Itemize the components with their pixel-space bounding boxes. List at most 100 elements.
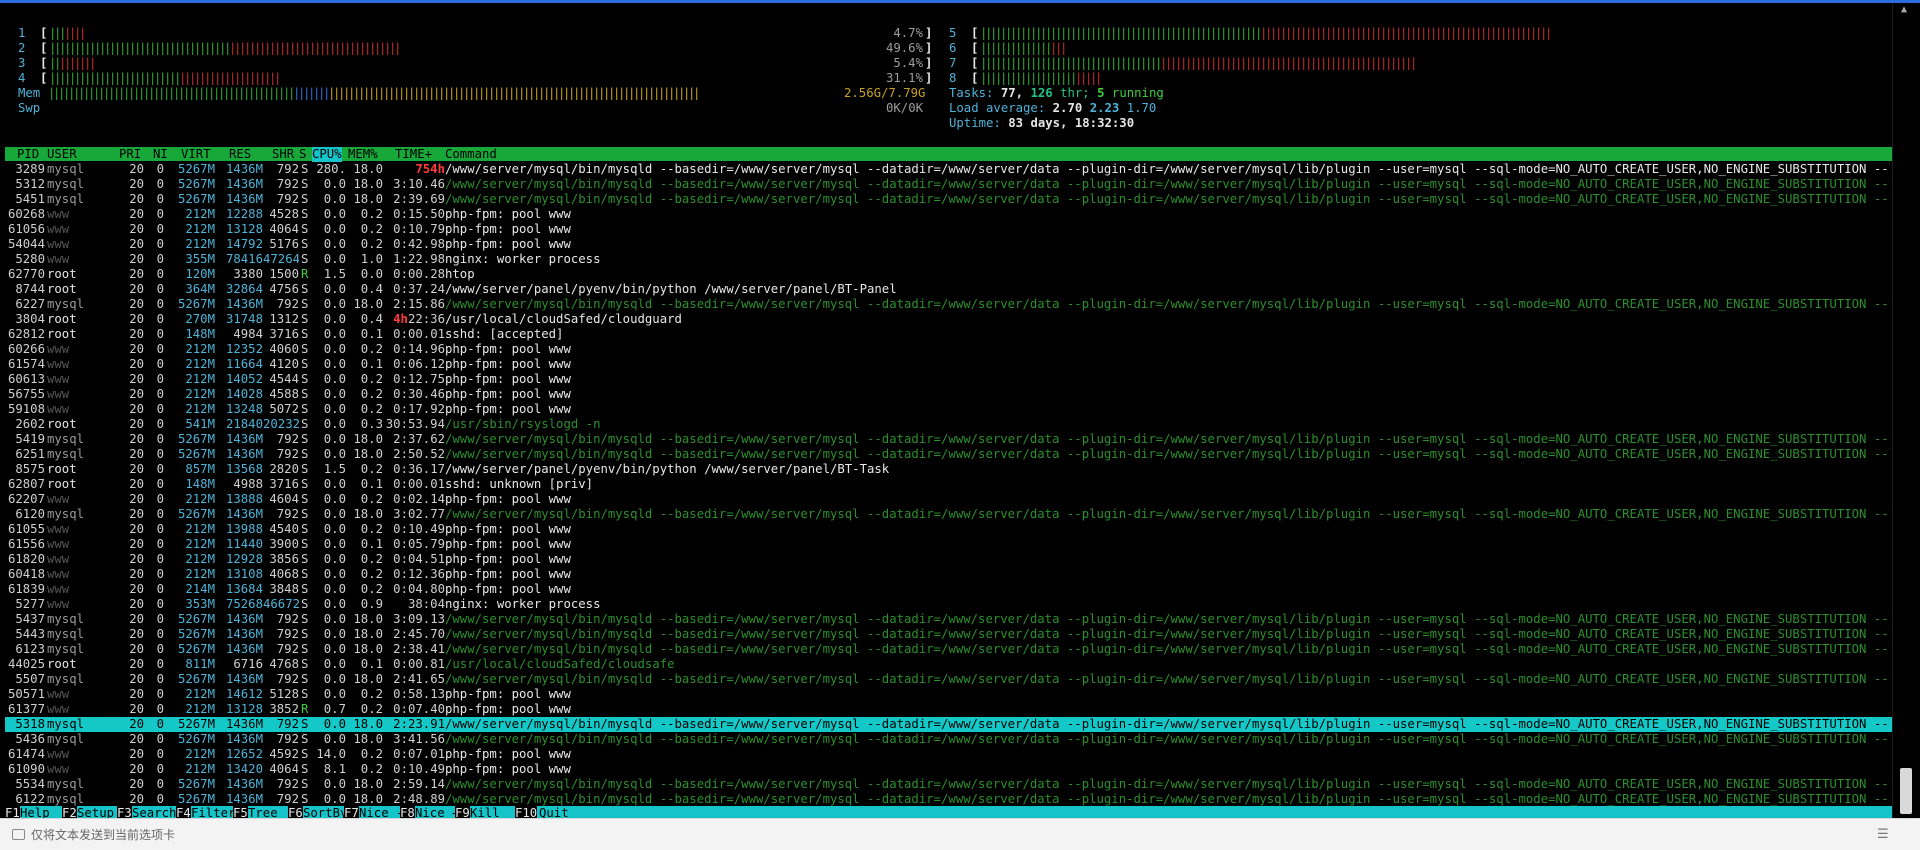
table-row[interactable]: 5507 mysql 20 0 5267M 1436M 792 S 0.0 18.0 2:41.65… [5,672,1892,687]
table-row[interactable]: 60266 www 20 0 212M 12352 4060 S 0.0 0.2 0:14.96 ph… [5,342,1892,357]
table-row[interactable]: 44025 root 20 0 811M 6716 4768 S 0.0 0.1 0:00.81/u… [5,657,1892,672]
cell-cpu: 0.0 [323,222,346,236]
fkey-label-quit[interactable]: Quit [539,806,569,818]
fkey-f4[interactable]: F4 [176,806,191,818]
scroll-up-arrow-icon[interactable]: ▲ [1901,5,1911,15]
fkey-f8[interactable]: F8 [400,806,415,818]
cell-res: 14052 [225,372,263,386]
table-row-selected[interactable]: 5318 mysql 20 0 5267M 1436M 792 S 0.0 18.0 2:23.91… [5,717,1892,732]
cell-time: 2:15.86 [393,297,445,311]
table-row[interactable]: 6120 mysql 20 0 5267M 1436M 792 S 0.0 18.0 3:02.77… [5,507,1892,522]
table-row[interactable]: 60268 www 20 0 212M 12288 4528 S 0.0 0.2 0:15.50 ph… [5,207,1892,222]
cell-virt: 214M [185,582,215,596]
table-row[interactable]: 61377 www 20 0 212M 13128 3852 R 0.7 0.2 0:07.40 ph… [5,702,1892,717]
fkey-f2[interactable]: F2 [62,806,77,818]
table-row[interactable]: 6122 mysql 20 0 5267M 1436M 792 S 0.0 18.0 2:48.89… [5,792,1892,807]
table-row[interactable]: 60418 www 20 0 212M 13108 4068 S 0.0 0.2 0:12.36 ph… [5,567,1892,582]
cell-user: www [47,702,70,716]
table-row[interactable]: 61574 www 20 0 212M 11664 4120 S 0.0 0.1 0:06.12 ph… [5,357,1892,372]
cell-ni: 0 [156,627,164,641]
table-row[interactable]: 5437 mysql 20 0 5267M 1436M 792 S 0.0 18.0 3:09.13… [5,612,1892,627]
table-row[interactable]: 50571 www 20 0 212M 14612 5128 S 0.0 0.2 0:58.13 ph… [5,687,1892,702]
cell-shr: 4768 [269,657,299,671]
fkey-label-tree[interactable]: Tree [248,806,278,818]
table-row[interactable]: 61090 www 20 0 212M 13420 4064 S 8.1 0.2 0:10.49 ph… [5,762,1892,777]
fkey-f9[interactable]: F9 [455,806,470,818]
table-row[interactable]: 61556 www 20 0 212M 11440 3900 S 0.0 0.1 0:05.79 ph… [5,537,1892,552]
cell-shr: 792 [276,612,299,626]
col-mem[interactable]: MEM% [348,147,378,162]
cell-pid: 5318 [15,717,45,731]
table-row[interactable]: 5419 mysql 20 0 5267M 1436M 792 S 0.0 18.0 2:37.62… [5,432,1892,447]
table-row[interactable]: 61056 www 20 0 212M 13128 4064 S 0.0 0.2 0:10.79 ph… [5,222,1892,237]
hamburger-menu-icon[interactable]: ☰ [1877,827,1889,843]
table-row[interactable]: 3804 root 20 0 270M 31748 1312 S 0.0 0.4 4h22:36/u… [5,312,1892,327]
table-row[interactable]: 2602 root 20 0 541M 21840 20232 S 0.0 0.3 30:53.94… [5,417,1892,432]
table-row[interactable]: 5312 mysql 20 0 5267M 1436M 792 S 0.0 18.0 3:10.46… [5,177,1892,192]
cell-res: 1436M [225,627,263,641]
table-row[interactable]: 5443 mysql 20 0 5267M 1436M 792 S 0.0 18.0 2:45.70… [5,627,1892,642]
col-user[interactable]: USER [47,147,77,162]
fkey-label-filter[interactable]: Filter [191,806,235,818]
table-row[interactable]: 3289 mysql 20 0 5267M 1436M 792 S 280. 18.0 754h/w… [5,162,1892,177]
table-row[interactable]: 5436 mysql 20 0 5267M 1436M 792 S 0.0 18.0 3:41.56… [5,732,1892,747]
table-row[interactable]: 5534 mysql 20 0 5267M 1436M 792 S 0.0 18.0 2:59.14… [5,777,1892,792]
checkbox-icon[interactable] [12,829,25,840]
table-row[interactable]: 62807 root 20 0 148M 4988 3716 S 0.0 0.1 0:00.01 ss… [5,477,1892,492]
col-pid[interactable]: PID [17,147,39,162]
cell-time: 0:00.01 [393,327,445,341]
table-row[interactable]: 62812 root 20 0 148M 4984 3716 S 0.0 0.1 0:00.01 ss… [5,327,1892,342]
table-row[interactable]: 6123 mysql 20 0 5267M 1436M 792 S 0.0 18.0 2:38.41… [5,642,1892,657]
table-row[interactable]: 6227 mysql 20 0 5267M 1436M 792 S 0.0 18.0 2:15.86… [5,297,1892,312]
table-row[interactable]: 8744 root 20 0 364M 32864 4756 S 0.0 0.4 0:37.24/w… [5,282,1892,297]
fkey-f1[interactable]: F1 [5,806,20,818]
col-state[interactable]: S [299,147,306,162]
mem-meter: Mem[ |||||||||||||||||||||||||||||||||||… [18,86,930,101]
table-row[interactable]: 61820 www 20 0 212M 12928 3856 S 0.0 0.2 0:04.51 ph… [5,552,1892,567]
fkey-label-kill[interactable]: Kill [470,806,500,818]
table-row[interactable]: 54044 www 20 0 212M 14792 5176 S 0.0 0.2 0:42.98 ph… [5,237,1892,252]
fkey-f7[interactable]: F7 [344,806,359,818]
cell-time: 2:59.14 [393,777,445,791]
col-res[interactable]: RES [229,147,251,162]
col-time[interactable]: TIME+ [395,147,432,162]
col-cpu-sorted[interactable]: CPU% [312,147,342,162]
fkey-f3[interactable]: F3 [117,806,132,818]
table-row[interactable]: 61474 www 20 0 212M 12652 4592 S 14.0 0.2 0:07.01 p… [5,747,1892,762]
cell-ni: 0 [156,267,164,281]
terminal-scrollbar[interactable] [1892,3,1920,818]
col-virt[interactable]: VIRT [181,147,211,162]
col-command[interactable]: Command [445,147,497,162]
fkey-label-nice[interactable]: Nice + [415,806,459,818]
table-row[interactable]: 5451 mysql 20 0 5267M 1436M 792 S 0.0 18.0 2:39.69… [5,192,1892,207]
fkey-label-search[interactable]: Search [132,806,176,818]
fkey-label-help[interactable]: Help [20,806,50,818]
table-row[interactable]: 59108 www 20 0 212M 13248 5072 S 0.0 0.2 0:17.92 ph… [5,402,1892,417]
col-shr[interactable]: SHR [272,147,294,162]
load-average: Load average: 2.70 2.23 1.70 [949,101,1157,115]
fkey-f6[interactable]: F6 [288,806,303,818]
table-row[interactable]: 6251 mysql 20 0 5267M 1436M 792 S 0.0 18.0 2:50.52… [5,447,1892,462]
cell-pri: 20 [129,462,144,476]
col-pri[interactable]: PRI [119,147,141,162]
table-row[interactable]: 61839 www 20 0 214M 13684 3848 S 0.0 0.2 0:04.80 ph… [5,582,1892,597]
table-row[interactable]: 62770 root 20 0 120M 3380 1500 R 1.5 0.0 0:00.28 ht… [5,267,1892,282]
fkey-label-setup[interactable]: Setup [77,806,114,818]
fkey-label-sortby[interactable]: SortBy [303,806,347,818]
col-ni[interactable]: NI [153,147,168,162]
scrollbar-thumb[interactable] [1900,768,1912,814]
cell-cpu: 0.0 [323,237,346,251]
table-row[interactable]: 5280 www 20 0 355M 78416 47264 S 0.0 1.0 1:22.98 ng… [5,252,1892,267]
fkey-label-nice[interactable]: Nice - [359,806,403,818]
table-row[interactable]: 62207 www 20 0 212M 13888 4604 S 0.0 0.2 0:02.14 ph… [5,492,1892,507]
cell-mem: 0.4 [360,282,383,296]
table-row[interactable]: 56755 www 20 0 212M 14028 4588 S 0.0 0.2 0:30.46 ph… [5,387,1892,402]
table-row[interactable]: 61055 www 20 0 212M 13988 4540 S 0.0 0.2 0:10.49 ph… [5,522,1892,537]
fkey-f5[interactable]: F5 [233,806,248,818]
fkey-f10[interactable]: F10 [515,806,538,818]
table-row[interactable]: 60613 www 20 0 212M 14052 4544 S 0.0 0.2 0:12.75 ph… [5,372,1892,387]
terminal-screen[interactable]: 1[|||||||4.7%]2[||||||||||||||||||||||||… [0,3,1892,818]
table-row[interactable]: 5277 www 20 0 353M 75268 46672 S 0.0 0.9 38:04 ngin… [5,597,1892,612]
table-row[interactable]: 8575 root 20 0 857M 13568 2820 S 1.5 0.2 0:36.17/w… [5,462,1892,477]
cell-time: 0:00.28 [393,267,445,281]
